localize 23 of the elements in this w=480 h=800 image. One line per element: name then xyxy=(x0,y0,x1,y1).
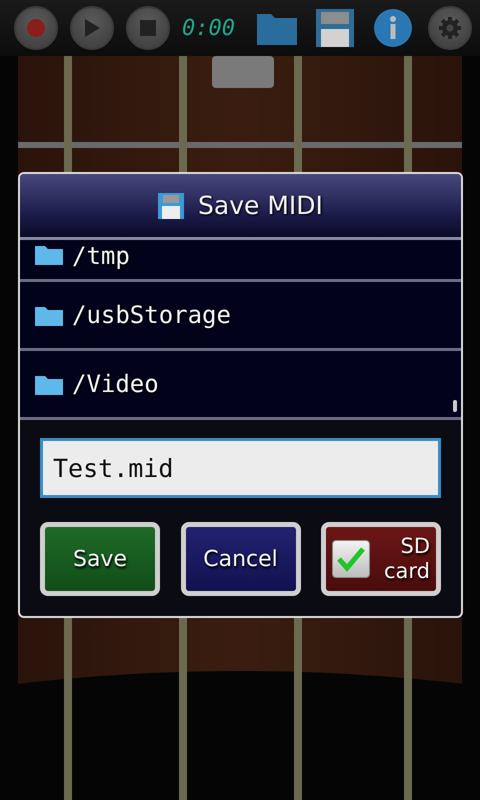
folder-name: /tmp xyxy=(72,242,130,270)
filename-input-field[interactable]: Test.mid xyxy=(40,438,441,498)
folder-row[interactable]: /usbStorage xyxy=(20,282,461,351)
cancel-button[interactable]: Cancel xyxy=(180,522,300,596)
folder-name: /usbStorage xyxy=(72,301,231,329)
settings-button[interactable] xyxy=(428,6,472,50)
folder-row[interactable]: /tmp xyxy=(20,240,461,282)
scrollbar-thumb xyxy=(453,400,457,412)
stop-button[interactable] xyxy=(126,6,170,50)
record-icon xyxy=(26,18,46,38)
timer-display: 0:00 xyxy=(182,16,236,40)
checkbox[interactable] xyxy=(332,540,370,578)
dialog-title: Save MIDI xyxy=(198,191,323,220)
play-button[interactable] xyxy=(70,6,114,50)
stop-icon xyxy=(140,20,156,36)
check-icon xyxy=(336,546,366,572)
checkbox-label: SD card xyxy=(382,534,430,584)
record-button[interactable] xyxy=(14,6,58,50)
play-icon xyxy=(83,18,101,38)
save-button[interactable]: Save xyxy=(40,522,160,596)
settings-icon xyxy=(438,16,462,40)
folder-name: /Video xyxy=(72,370,159,398)
folder-row[interactable]: /Video xyxy=(20,351,461,420)
